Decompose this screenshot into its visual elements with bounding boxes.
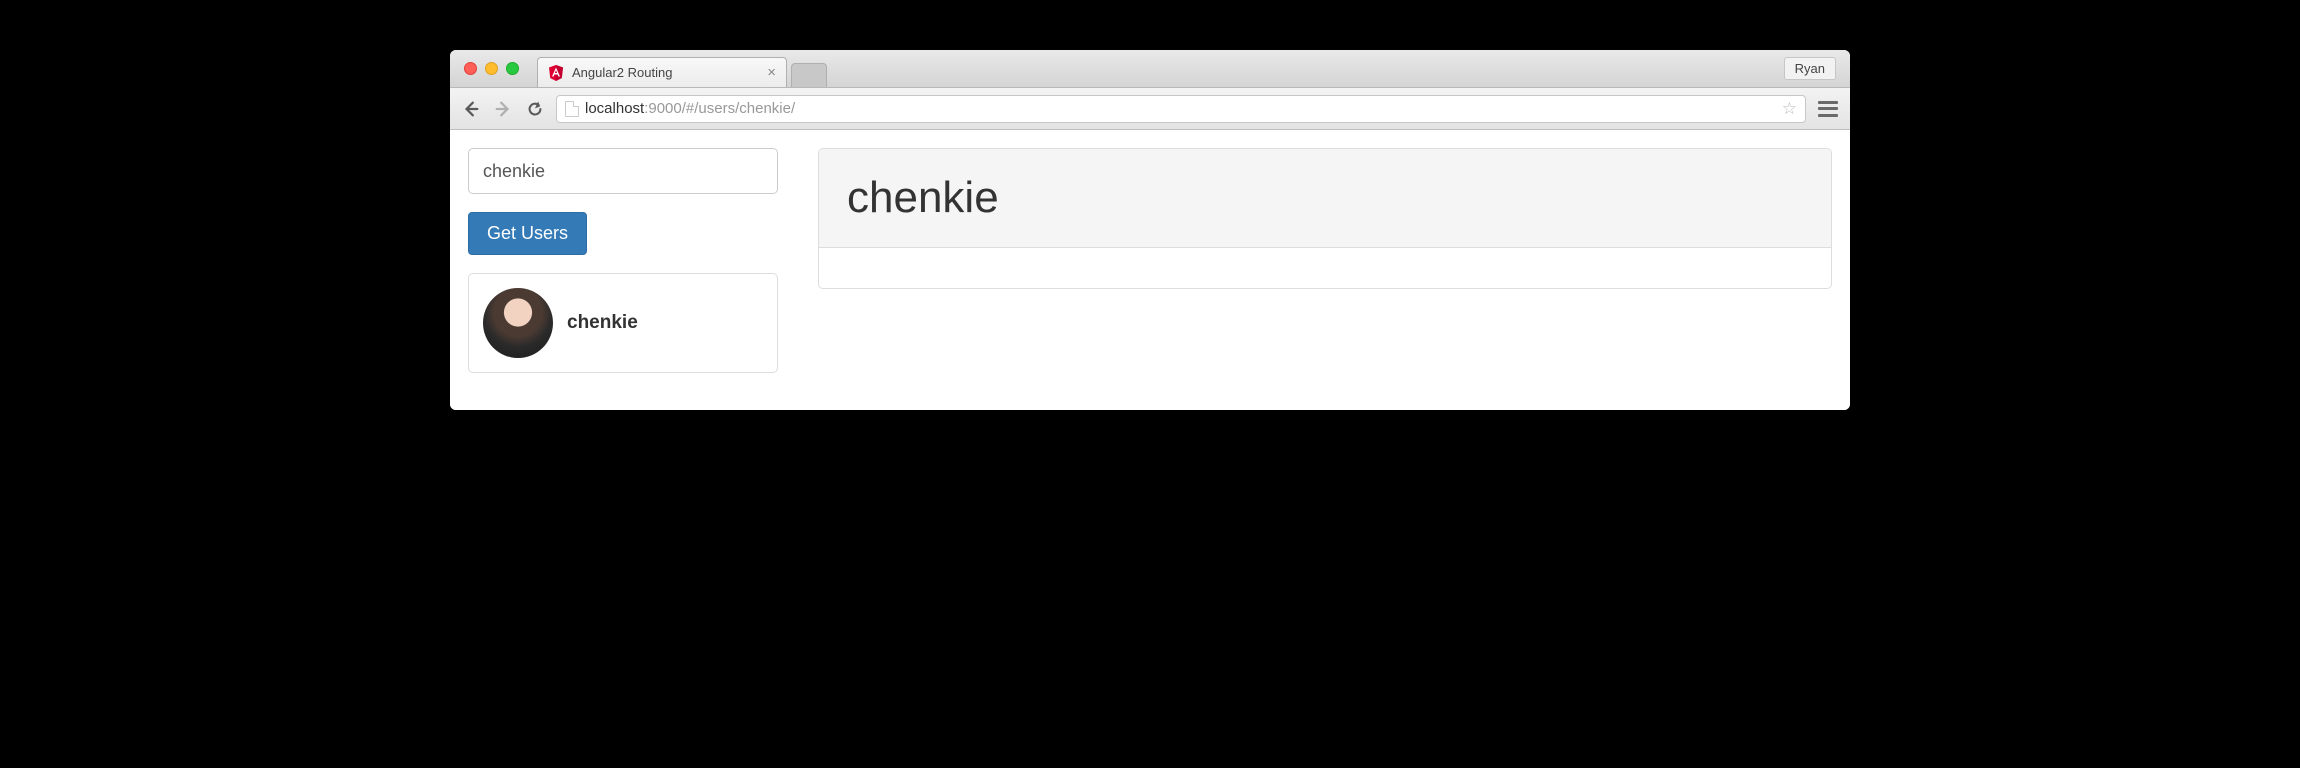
close-tab-icon[interactable]: × xyxy=(767,64,776,81)
close-window-button[interactable] xyxy=(464,62,477,75)
page-icon xyxy=(565,101,579,117)
menu-button[interactable] xyxy=(1818,101,1838,117)
panel-title: chenkie xyxy=(847,173,1803,223)
get-users-button[interactable]: Get Users xyxy=(468,212,587,255)
new-tab-button[interactable] xyxy=(791,63,827,87)
browser-titlebar: Angular2 Routing × Ryan xyxy=(450,50,1850,88)
user-result-name: chenkie xyxy=(567,312,638,334)
maximize-window-button[interactable] xyxy=(506,62,519,75)
user-result-card[interactable]: chenkie xyxy=(468,273,778,373)
sidebar: Get Users chenkie xyxy=(468,148,778,392)
back-button[interactable] xyxy=(462,100,480,118)
tab-title: Angular2 Routing xyxy=(572,65,759,80)
avatar xyxy=(483,288,553,358)
detail-panel: chenkie xyxy=(818,148,1832,289)
address-bar[interactable]: localhost:9000/#/users/chenkie/ ☆ xyxy=(556,95,1806,123)
window-controls xyxy=(464,62,519,75)
username-input[interactable] xyxy=(468,148,778,194)
url-path: :9000/#/users/chenkie/ xyxy=(644,100,795,117)
url-text: localhost:9000/#/users/chenkie/ xyxy=(585,100,1776,117)
forward-button[interactable] xyxy=(494,100,512,118)
page-content: Get Users chenkie chenkie xyxy=(450,130,1850,410)
browser-tab[interactable]: Angular2 Routing × xyxy=(537,57,787,87)
browser-toolbar: localhost:9000/#/users/chenkie/ ☆ xyxy=(450,88,1850,130)
panel-heading: chenkie xyxy=(819,149,1831,248)
reload-button[interactable] xyxy=(526,100,544,118)
nav-buttons xyxy=(462,100,544,118)
angular-icon xyxy=(548,65,564,81)
profile-button[interactable]: Ryan xyxy=(1784,57,1836,80)
browser-window: Angular2 Routing × Ryan localhost:9000/#… xyxy=(450,50,1850,410)
minimize-window-button[interactable] xyxy=(485,62,498,75)
bookmark-star-icon[interactable]: ☆ xyxy=(1782,99,1797,119)
main-panel: chenkie xyxy=(818,148,1832,392)
url-host: localhost xyxy=(585,100,644,117)
panel-body xyxy=(819,248,1831,288)
